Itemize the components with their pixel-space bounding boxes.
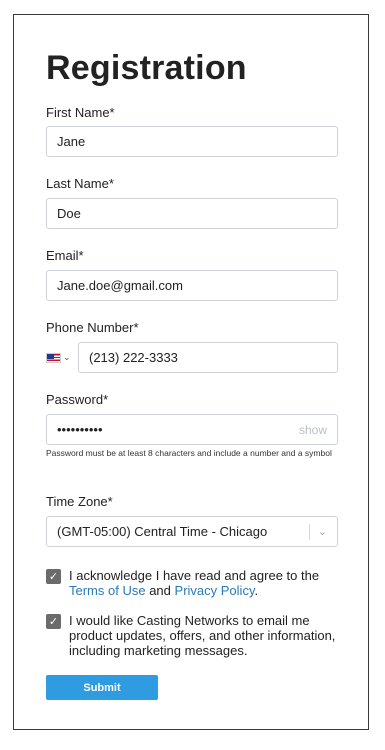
first-name-field[interactable]: Jane xyxy=(46,126,338,157)
first-name-label: First Name* xyxy=(46,105,115,120)
password-label: Password* xyxy=(46,392,109,407)
time-zone-label: Time Zone* xyxy=(46,494,113,509)
marketing-checkbox[interactable]: ✓ xyxy=(46,614,61,629)
phone-value: (213) 222-3333 xyxy=(89,350,178,365)
terms-text: I acknowledge I have read and agree to t… xyxy=(69,568,319,598)
us-flag-icon xyxy=(46,352,61,363)
terms-checkbox[interactable]: ✓ xyxy=(46,569,61,584)
chevron-down-icon: ⌄ xyxy=(317,526,327,538)
phone-field[interactable]: (213) 222-3333 xyxy=(78,342,338,373)
privacy-policy-link[interactable]: Privacy Policy xyxy=(175,583,255,598)
last-name-field[interactable]: Doe xyxy=(46,198,338,229)
email-label: Email* xyxy=(46,248,84,263)
password-hint: Password must be at least 8 characters a… xyxy=(46,448,332,458)
country-selector[interactable]: ⌄ xyxy=(46,342,76,373)
email-field[interactable]: Jane.doe@gmail.com xyxy=(46,270,338,301)
last-name-value: Doe xyxy=(57,206,81,221)
chevron-down-icon: ⌄ xyxy=(63,352,71,362)
time-zone-value: (GMT-05:00) Central Time - Chicago xyxy=(57,524,268,539)
registration-card: Registration First Name* Jane Last Name*… xyxy=(13,14,369,730)
marketing-text: I would like Casting Networks to email m… xyxy=(69,613,336,658)
first-name-value: Jane xyxy=(57,134,86,149)
terms-and: and xyxy=(149,583,171,598)
marketing-checkbox-row: ✓ I would like Casting Networks to email… xyxy=(46,613,346,658)
checkmark-icon: ✓ xyxy=(48,571,59,583)
password-field[interactable]: •••••••••• show xyxy=(46,414,338,445)
phone-label: Phone Number* xyxy=(46,320,139,335)
email-value: Jane.doe@gmail.com xyxy=(57,278,183,293)
checkmark-icon: ✓ xyxy=(48,616,59,628)
page-title: Registration xyxy=(46,49,247,87)
time-zone-select[interactable]: (GMT-05:00) Central Time - Chicago ⌄ xyxy=(46,516,338,547)
terms-of-use-link[interactable]: Terms of Use xyxy=(69,583,146,598)
select-divider xyxy=(308,523,310,540)
terms-prefix: I acknowledge I have read and agree to t… xyxy=(69,568,320,583)
submit-button[interactable]: Submit xyxy=(46,675,158,700)
terms-suffix: . xyxy=(254,583,259,598)
show-password-toggle[interactable]: show xyxy=(299,423,327,437)
last-name-label: Last Name* xyxy=(46,176,114,191)
password-value: •••••••••• xyxy=(57,422,103,437)
terms-checkbox-row: ✓ I acknowledge I have read and agree to… xyxy=(46,568,346,598)
phone-number-group: ⌄ (213) 222-3333 xyxy=(46,342,338,373)
